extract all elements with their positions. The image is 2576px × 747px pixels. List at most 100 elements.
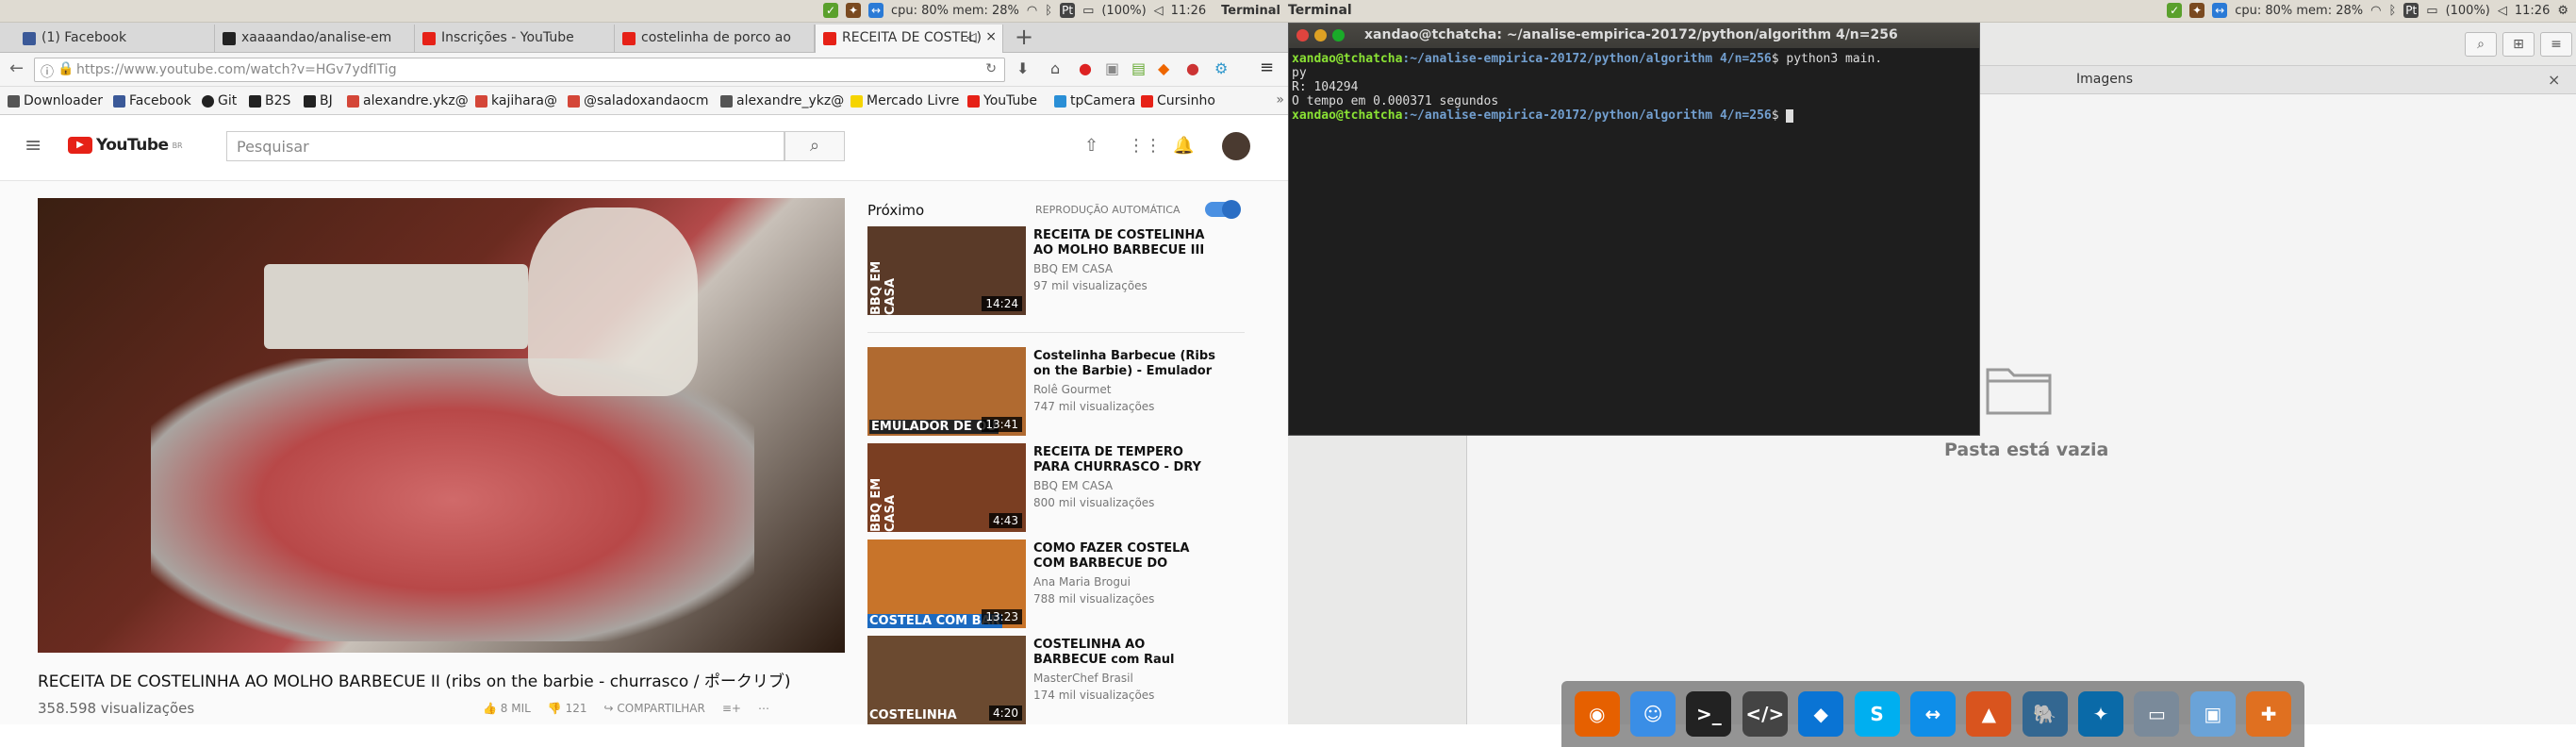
volume-icon[interactable]: ◁ bbox=[1154, 4, 1164, 18]
minimize-window-icon[interactable] bbox=[1314, 29, 1327, 42]
sync-icon[interactable]: ✦ bbox=[2189, 3, 2205, 18]
keyboard-layout-icon[interactable]: Pt bbox=[2403, 3, 2419, 18]
recommendation-item[interactable]: COSTELA COM BAR 13:23 COMO FAZER COSTELA … bbox=[867, 540, 1245, 630]
close-tab-icon[interactable]: × bbox=[985, 29, 997, 44]
shield-icon[interactable]: ✓ bbox=[822, 3, 838, 18]
disk-utility-icon[interactable]: ▭ bbox=[2134, 691, 2180, 737]
maximize-window-icon[interactable] bbox=[1332, 29, 1345, 42]
close-window-icon[interactable] bbox=[1296, 29, 1309, 42]
close-tab-icon[interactable]: × bbox=[2548, 71, 2560, 89]
bookmark-gmail-1[interactable]: alexandre.ykz@ bbox=[347, 93, 469, 108]
more-bookmarks-icon[interactable]: » bbox=[1276, 92, 1284, 108]
sync-icon[interactable]: ✦ bbox=[845, 3, 861, 18]
bookmark-facebook[interactable]: Facebook bbox=[113, 93, 191, 108]
terminal-titlebar[interactable]: xandao@tchatcha: ~/analise-empirica-2017… bbox=[1289, 24, 1979, 48]
shield-icon[interactable]: ✓ bbox=[2167, 3, 2183, 18]
rec-title[interactable]: COSTELINHA AO BARBECUE com Raul Lemos | … bbox=[1033, 638, 1222, 668]
tab-imagens[interactable]: Imagens bbox=[2076, 72, 2133, 87]
avatar[interactable] bbox=[1222, 132, 1250, 160]
info-icon[interactable]: ⓘ bbox=[41, 62, 54, 81]
add-to-playlist-icon[interactable]: ≡+ bbox=[722, 702, 741, 715]
rec-channel[interactable]: MasterChef Brasil bbox=[1033, 672, 1133, 685]
menu-icon[interactable]: ≡ bbox=[1260, 58, 1274, 77]
tab-video-active[interactable]: RECEITA DE COSTEL ◁) × bbox=[815, 25, 1003, 53]
home-icon[interactable]: ⌂ bbox=[1050, 59, 1060, 77]
recommendation-item[interactable]: EMULADOR DE OU 13:41 Costelinha Barbecue … bbox=[867, 347, 1245, 438]
notifications-bell-icon[interactable]: 🔔 bbox=[1173, 136, 1194, 156]
video-player[interactable] bbox=[38, 198, 845, 653]
tab-github[interactable]: xaaaandao/analise-em bbox=[215, 25, 415, 53]
cpu-mem-indicator[interactable]: cpu: 80% mem: 28% bbox=[891, 4, 1019, 18]
ext-screenshot-icon[interactable]: ▣ bbox=[1105, 59, 1119, 77]
bookmark-mercadolivre[interactable]: Mercado Livre bbox=[850, 93, 959, 108]
youtube-search-input[interactable]: Pesquisar bbox=[226, 131, 784, 161]
code-editor-icon[interactable]: </> bbox=[1742, 691, 1788, 737]
autoplay-toggle[interactable] bbox=[1205, 200, 1241, 219]
terminal-icon[interactable]: >_ bbox=[1686, 691, 1732, 737]
search-button[interactable]: ⌕ bbox=[784, 131, 845, 161]
ext-cookie-icon[interactable]: ● bbox=[1186, 59, 1199, 77]
reload-icon[interactable]: ↻ bbox=[985, 61, 997, 76]
tab-search[interactable]: costelinha de porco ao bbox=[615, 25, 815, 53]
rec-title[interactable]: RECEITA DE TEMPERO PARA CHURRASCO - DRY … bbox=[1033, 445, 1222, 475]
postgres-icon[interactable]: 🐘 bbox=[2022, 691, 2068, 737]
bookmark-tpcamera[interactable]: tpCamera bbox=[1054, 93, 1135, 108]
bookmark-bj[interactable]: BJ bbox=[304, 93, 333, 108]
rec-channel[interactable]: BBQ EM CASA bbox=[1033, 262, 1113, 275]
bookmark-gmail-3[interactable]: @saladoxandaocm bbox=[568, 93, 708, 108]
rec-channel[interactable]: BBQ EM CASA bbox=[1033, 479, 1113, 492]
rec-thumbnail[interactable]: BBQ EM CASA 14:24 bbox=[867, 226, 1026, 315]
recommendation-item[interactable]: BBQ EM CASA 14:24 RECEITA DE COSTELINHA A… bbox=[867, 226, 1245, 317]
rec-thumbnail[interactable]: COSTELINHA 4:20 bbox=[867, 636, 1026, 724]
search-icon[interactable]: ⌕ bbox=[2465, 32, 2497, 57]
wifi-icon[interactable]: ◠ bbox=[1027, 4, 1037, 18]
mysql-workbench-icon[interactable]: ✦ bbox=[2078, 691, 2124, 737]
clock[interactable]: 11:26 bbox=[2515, 4, 2550, 18]
dislike-button[interactable]: 👎 121 bbox=[548, 702, 587, 715]
rec-channel[interactable]: Rolê Gourmet bbox=[1033, 383, 1111, 396]
ext-translate-icon[interactable]: ▤ bbox=[1131, 59, 1146, 77]
bookmark-cursinho[interactable]: Cursinho bbox=[1141, 93, 1215, 108]
share-button[interactable]: ↪ COMPARTILHAR bbox=[604, 702, 705, 715]
tab-youtube-subs[interactable]: Inscrições - YouTube bbox=[415, 25, 615, 53]
ext-color-icon[interactable]: ◆ bbox=[1158, 59, 1169, 77]
rec-thumbnail[interactable]: EMULADOR DE OU 13:41 bbox=[867, 347, 1026, 436]
bookmark-youtube[interactable]: YouTube bbox=[967, 93, 1037, 108]
rec-title[interactable]: COMO FAZER COSTELA COM BARBECUE DO APPLE… bbox=[1033, 541, 1222, 572]
recommendation-item[interactable]: BBQ EM CASA 4:43 RECEITA DE TEMPERO PARA … bbox=[867, 443, 1245, 534]
bluetooth-icon[interactable]: ᛒ bbox=[2388, 4, 2396, 18]
rec-title[interactable]: RECEITA DE COSTELINHA AO MOLHO BARBECUE … bbox=[1033, 228, 1222, 258]
finder-icon[interactable]: ☺ bbox=[1630, 691, 1676, 737]
bookmark-gmail-2[interactable]: kajihara@ bbox=[475, 93, 557, 108]
upload-icon[interactable]: ⇧ bbox=[1084, 136, 1098, 156]
bookmark-git[interactable]: Git bbox=[202, 93, 237, 108]
menu-icon[interactable]: ≡ bbox=[2540, 32, 2572, 57]
firefox-icon[interactable]: ◉ bbox=[1574, 691, 1620, 737]
url-bar[interactable]: ⓘ 🔒 https://www.youtube.com/watch?v=HGv7… bbox=[34, 58, 1005, 82]
more-actions-icon[interactable]: ⋯ bbox=[758, 702, 769, 715]
ext-network-icon[interactable]: ⚙ bbox=[1214, 59, 1228, 77]
rec-title[interactable]: Costelinha Barbecue (Ribs on the Barbie)… bbox=[1033, 349, 1222, 379]
wifi-icon[interactable]: ◠ bbox=[2370, 4, 2381, 18]
apps-grid-icon[interactable]: ⋮⋮ bbox=[1128, 136, 1162, 156]
rec-thumbnail[interactable]: COSTELA COM BAR 13:23 bbox=[867, 540, 1026, 628]
terminal-output[interactable]: xandao@tchatcha:~/analise-empirica-20172… bbox=[1289, 48, 1979, 126]
keyboard-layout-icon[interactable]: Pt bbox=[1060, 3, 1076, 18]
tab-facebook[interactable]: (1) Facebook bbox=[15, 25, 215, 53]
youtube-logo[interactable]: ▶ YouTube BR bbox=[68, 136, 183, 155]
recommendation-item[interactable]: COSTELINHA 4:20 COSTELINHA AO BARBECUE co… bbox=[867, 636, 1245, 724]
hamburger-menu-icon[interactable]: ≡ bbox=[25, 134, 41, 158]
volume-icon[interactable]: ◁ bbox=[2498, 4, 2507, 18]
ext-adblock-icon[interactable]: ● bbox=[1079, 59, 1092, 77]
cpu-mem-indicator[interactable]: cpu: 80% mem: 28% bbox=[2235, 4, 2363, 18]
teamviewer-icon[interactable]: ↔ bbox=[1909, 691, 1956, 737]
rec-thumbnail[interactable]: BBQ EM CASA 4:43 bbox=[867, 443, 1026, 532]
virtualbox-icon[interactable]: ▣ bbox=[2189, 691, 2236, 737]
teamviewer-tray-icon[interactable]: ↔ bbox=[2212, 3, 2228, 18]
bookmark-outlook[interactable]: alexandre_ykz@ bbox=[720, 93, 844, 108]
scenebuilder-icon[interactable]: ✚ bbox=[2246, 691, 2292, 737]
bookmark-b2s[interactable]: B2S bbox=[249, 93, 290, 108]
view-toggle-icon[interactable]: ⊞ bbox=[2502, 32, 2535, 57]
terminal-window[interactable]: xandao@tchatcha: ~/analise-empirica-2017… bbox=[1288, 23, 1980, 436]
clock[interactable]: 11:26 bbox=[1171, 4, 1206, 18]
